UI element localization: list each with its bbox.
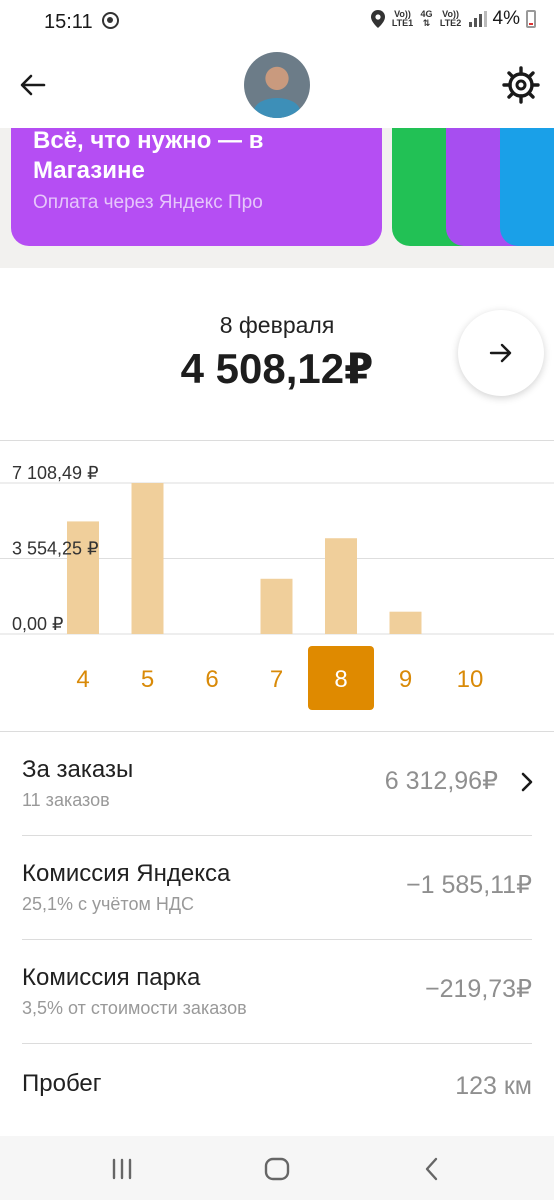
day-label-10[interactable]: 10 (457, 666, 484, 693)
row-mileage: Пробег 123 км (0, 1044, 554, 1136)
promo-subtitle: Оплата через Яндекс Про (33, 192, 263, 213)
battery-icon (526, 10, 536, 28)
promo-card-store[interactable]: Всё, что нужно — в Магазине Оплата через… (11, 128, 382, 246)
chart-bar-7[interactable] (260, 578, 293, 634)
sim1-gen-indicator: 4G ⇅ (421, 10, 433, 28)
row-title: Комиссия парка (22, 964, 201, 991)
y-tick-label: 0,00 ₽ (12, 614, 64, 634)
row-yandex-commission: Комиссия Яндекса 25,1% с учётом НДС −1 5… (0, 836, 554, 940)
next-day-button[interactable] (458, 310, 544, 396)
row-value: −219,73₽ (425, 975, 532, 1003)
day-label-4[interactable]: 4 (76, 666, 89, 693)
sim2-indicator: Vo)) LTE2 (439, 10, 463, 28)
sim1-label: Vo)) LTE1 (391, 9, 414, 28)
y-tick-label: 7 108,49 ₽ (12, 463, 99, 483)
day-label-8[interactable]: 8 (334, 666, 347, 693)
day-label-6[interactable]: 6 (205, 666, 218, 693)
promo-carousel: Всё, что нужно — в Магазине Оплата через… (0, 128, 554, 268)
row-orders[interactable]: За заказы 11 заказов 6 312,96₽ (0, 732, 554, 836)
row-subtitle: 25,1% с учётом НДС (22, 894, 195, 914)
row-title: Пробег (22, 1070, 102, 1097)
chart-bar-9[interactable] (389, 611, 422, 634)
status-bar: 15:11 Vo)) LTE1 4G ⇅ Vo)) LTE2 4% (0, 0, 554, 46)
day-label-9[interactable]: 9 (399, 666, 412, 693)
promo-card-blue (500, 128, 554, 246)
sync-icon (102, 12, 119, 29)
earnings-chart: 7 108,49 ₽ 3 554,25 ₽ 0,00 ₽ 4 5 6 7 8 9 10 (0, 441, 554, 731)
day-summary: 8 февраля 4 508,12₽ (0, 268, 554, 440)
y-tick-label: 3 554,25 ₽ (12, 538, 99, 558)
status-indicators: Vo)) LTE1 4G ⇅ Vo)) LTE2 4% (370, 8, 536, 30)
row-value: −1 585,11₽ (406, 871, 532, 899)
earnings-chart-svg: 7 108,49 ₽ 3 554,25 ₽ 0,00 ₽ 4 5 6 7 8 9 10 (0, 463, 554, 710)
system-nav-bar (0, 1136, 554, 1200)
recent-apps-icon[interactable] (108, 1156, 136, 1182)
row-title: За заказы (22, 756, 134, 783)
location-icon (370, 10, 385, 28)
row-subtitle: 11 заказов (22, 790, 110, 810)
day-label-5[interactable]: 5 (141, 666, 154, 693)
row-value: 123 км (455, 1072, 532, 1100)
sim2-label: Vo)) LTE2 (439, 9, 462, 28)
arrow-right-icon (489, 343, 512, 363)
back-arrow-icon[interactable] (18, 70, 48, 100)
sim1-indicator: Vo)) LTE1 (391, 10, 415, 28)
row-park-commission: Комиссия парка 3,5% от стоимости заказов… (0, 940, 554, 1044)
battery-percent: 4% (492, 8, 520, 29)
chevron-right-icon (521, 772, 533, 792)
chart-bar-5[interactable] (131, 483, 164, 634)
top-bar (0, 46, 554, 128)
day-label-7[interactable]: 7 (270, 666, 283, 693)
home-icon[interactable] (263, 1156, 291, 1182)
row-subtitle: 3,5% от стоимости заказов (22, 998, 247, 1018)
back-nav-icon[interactable] (418, 1156, 446, 1182)
avatar[interactable] (244, 52, 310, 118)
data-arrows-icon: ⇅ (422, 18, 431, 28)
signal-icon (468, 11, 487, 27)
promo-title: Всё, что нужно — в Магазине (33, 128, 264, 184)
row-value: 6 312,96₽ (384, 767, 498, 795)
status-time: 15:11 (44, 11, 93, 33)
gear-icon[interactable] (502, 66, 540, 104)
chart-bar-8[interactable] (325, 538, 357, 634)
row-title: Комиссия Яндекса (22, 860, 231, 887)
promo-card-stack[interactable] (392, 128, 554, 246)
